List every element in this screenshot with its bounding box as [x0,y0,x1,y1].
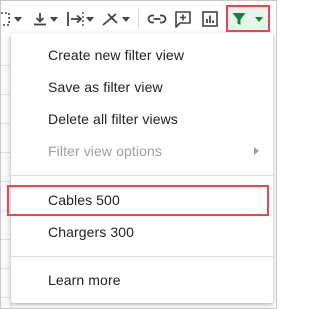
menu-item-label: Delete all filter views [48,111,178,127]
menu-item-learn-more[interactable]: Learn more [11,264,273,296]
menu-item-label: Create new filter view [48,47,185,63]
filter-icon[interactable] [230,7,248,31]
menu-item-label: Save as filter view [48,79,163,95]
menu-item-create-new-filter-view[interactable]: Create new filter view [11,39,273,71]
highlight-annotation [7,185,269,216]
screenshot-frame: Create new filter view Save as filter vi… [0,0,277,309]
menu-item-delete-all-filter-views[interactable]: Delete all filter views [11,103,273,135]
text-wrapping-icon[interactable] [65,7,85,31]
menu-item-save-as-filter-view[interactable]: Save as filter view [11,71,273,103]
vertical-align-icon[interactable] [31,7,49,31]
menu-divider [11,256,273,257]
menu-divider [11,175,273,176]
vertical-align-caret[interactable] [49,7,59,31]
insert-chart-icon[interactable] [200,7,220,31]
menu-item-label: Learn more [48,272,121,288]
filter-views-menu: Create new filter view Save as filter vi… [11,33,273,303]
menu-item-chargers-300[interactable]: Chargers 300 [11,216,273,248]
toolbar-divider [138,9,139,29]
filter-views-caret[interactable] [254,7,264,31]
insert-comment-icon[interactable] [173,7,193,31]
borders-icon[interactable] [1,7,13,31]
toolbar [1,1,276,37]
menu-item-label: Filter view options [48,143,162,159]
menu-item-label: Chargers 300 [48,224,135,240]
text-rotation-caret[interactable] [121,7,131,31]
insert-link-icon[interactable] [146,7,168,31]
menu-item-filter-view-options: Filter view options [11,135,273,167]
submenu-arrow-icon [254,147,259,155]
borders-dropdown-caret[interactable] [13,7,23,31]
text-rotation-icon[interactable] [101,7,121,31]
text-wrapping-caret[interactable] [85,7,95,31]
